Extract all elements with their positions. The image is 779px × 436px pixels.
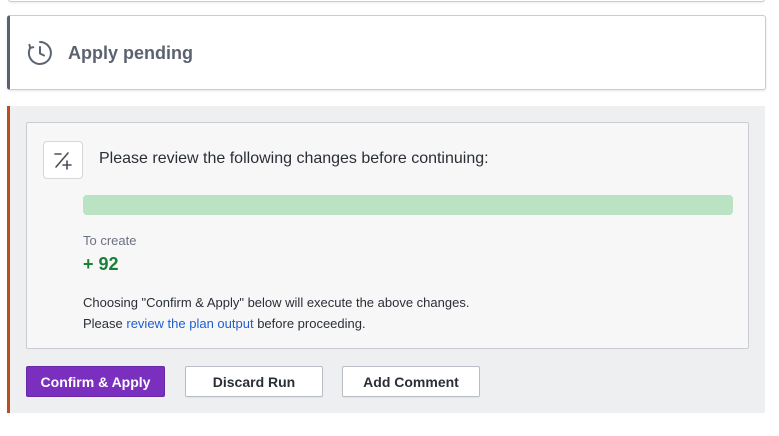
changes-progress-bar (83, 195, 733, 215)
review-note: Please review the plan output before pro… (83, 316, 366, 331)
pending-title: Apply pending (68, 43, 193, 63)
plan-review-section: Please review the following changes befo… (7, 106, 765, 413)
to-create-label: To create (83, 233, 137, 248)
discard-run-button[interactable]: Discard Run (185, 366, 323, 397)
review-plan-output-link[interactable]: review the plan output (126, 316, 253, 331)
clock-icon (27, 40, 53, 66)
review-panel: Please review the following changes befo… (26, 122, 749, 349)
progress-fill (83, 195, 733, 215)
apply-pending-card: Apply pending (7, 15, 766, 90)
add-comment-button[interactable]: Add Comment (342, 366, 480, 397)
diff-plus-minus-icon (43, 141, 83, 179)
review-note-suffix: before proceeding. (253, 316, 366, 331)
to-create-count: + 92 (83, 254, 119, 274)
apply-note: Choosing "Confirm & Apply" below will ex… (83, 295, 470, 310)
confirm-apply-button[interactable]: Confirm & Apply (26, 366, 165, 397)
review-note-prefix: Please (83, 316, 127, 331)
previous-card-edge (8, 0, 765, 2)
review-heading: Please review the following changes befo… (99, 150, 489, 167)
